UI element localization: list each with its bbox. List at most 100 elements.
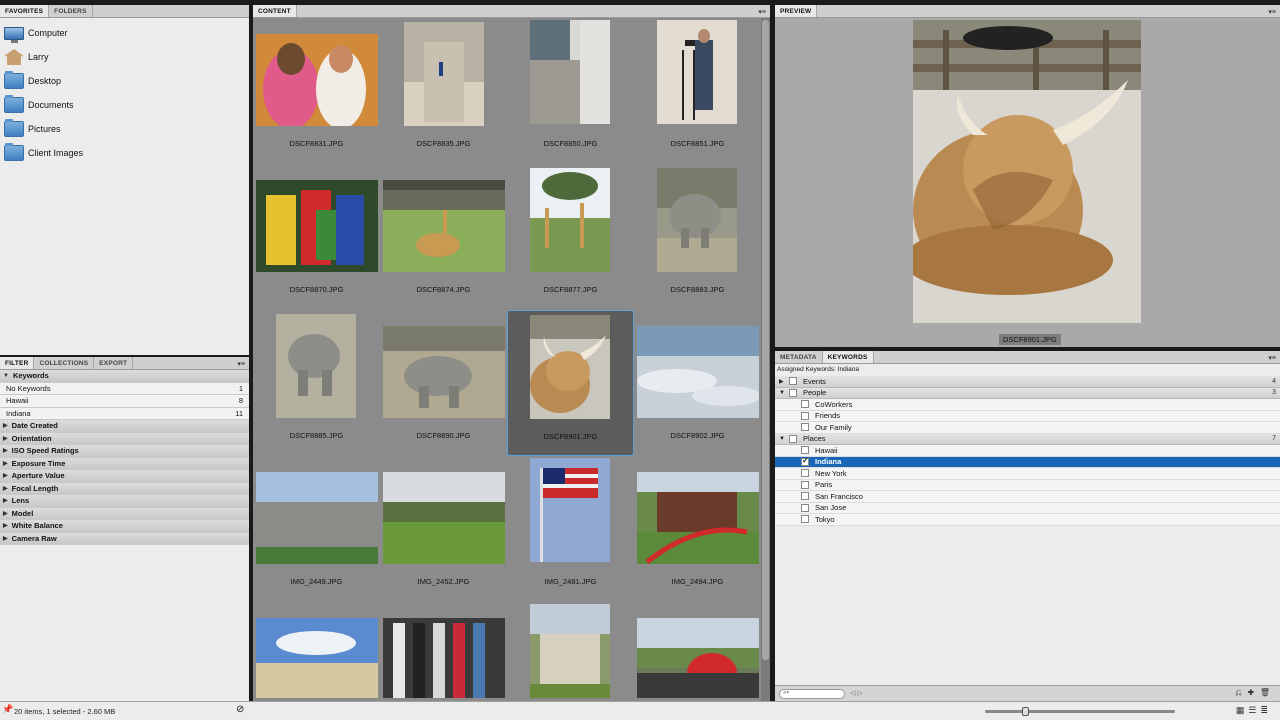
thumbnail-cell[interactable]: IMG_2449.JPG bbox=[253, 456, 380, 602]
thumbnail-image[interactable] bbox=[530, 20, 610, 124]
filter-category[interactable]: ▶ Date Created bbox=[0, 420, 249, 433]
thumbnail-cell[interactable]: DSCF8874.JPG bbox=[380, 164, 507, 310]
thumbnail-cell[interactable]: DSCF8870.JPG bbox=[253, 164, 380, 310]
filter-keyword-item[interactable]: Hawaii 8 bbox=[0, 395, 249, 408]
keyword-checkbox[interactable] bbox=[789, 377, 797, 386]
keyword-checkbox[interactable] bbox=[801, 480, 809, 489]
thumbnail-image[interactable] bbox=[530, 315, 610, 419]
thumbnail-cell[interactable]: DSCF8885.JPG bbox=[253, 310, 380, 456]
favorite-item[interactable]: Client Images bbox=[0, 141, 249, 165]
thumbnail-image[interactable] bbox=[383, 326, 505, 418]
filter-category[interactable]: ▶ Orientation bbox=[0, 432, 249, 445]
tab-collections[interactable]: COLLECTIONS bbox=[34, 357, 95, 369]
tab-export[interactable]: EXPORT bbox=[94, 357, 134, 369]
filter-category[interactable]: ▶ Exposure Time bbox=[0, 457, 249, 470]
thumbnail-cell[interactable]: IMG_2494.JPG bbox=[634, 456, 761, 602]
thumbnail-cell[interactable]: DSCF8902.JPG bbox=[634, 310, 761, 456]
thumbnail-cell[interactable]: DSCF8831.JPG bbox=[253, 18, 380, 164]
favorite-item[interactable]: Computer bbox=[0, 21, 249, 45]
panel-menu-icon[interactable]: ▾≡ bbox=[1268, 8, 1276, 16]
filter-category[interactable]: ▶ Focal Length bbox=[0, 482, 249, 495]
filter-category[interactable]: ▶ Aperture Value bbox=[0, 470, 249, 483]
thumbnail-cell[interactable] bbox=[380, 602, 507, 701]
thumbnail-image[interactable] bbox=[637, 618, 759, 698]
tab-metadata[interactable]: METADATA bbox=[775, 351, 823, 363]
thumbnail-cell[interactable]: DSCF8851.JPG bbox=[634, 18, 761, 164]
thumbnail-cell[interactable]: IMG_2452.JPG bbox=[380, 456, 507, 602]
tab-filter[interactable]: FILTER bbox=[0, 357, 35, 369]
keyword-checkbox[interactable] bbox=[801, 503, 809, 512]
filter-category[interactable]: ▶ ISO Speed Ratings bbox=[0, 445, 249, 458]
thumbnail-image[interactable] bbox=[530, 168, 610, 272]
keyword-checkbox[interactable] bbox=[801, 515, 809, 524]
thumbnail-cell[interactable]: DSCF8883.JPG bbox=[634, 164, 761, 310]
keyword-item[interactable]: CoWorkers bbox=[775, 399, 1280, 411]
filter-category[interactable]: ▶ White Balance bbox=[0, 520, 249, 533]
thumbnail-image[interactable] bbox=[256, 472, 378, 564]
panel-menu-icon[interactable]: ▾≡ bbox=[758, 8, 766, 16]
thumbnail-cell[interactable]: IMG_2481.JPG bbox=[507, 456, 634, 602]
thumbnail-image[interactable] bbox=[276, 314, 356, 418]
keyword-item[interactable]: Tokyo bbox=[775, 514, 1280, 526]
filter-category[interactable]: ▶ Model bbox=[0, 507, 249, 520]
thumbnail-size-slider[interactable] bbox=[985, 707, 1175, 716]
favorite-item[interactable]: Desktop bbox=[0, 69, 249, 93]
keyword-item[interactable]: Paris bbox=[775, 479, 1280, 491]
panel-menu-icon[interactable]: ▾≡ bbox=[1268, 354, 1276, 362]
favorite-item[interactable]: Larry bbox=[0, 45, 249, 69]
keyword-checkbox[interactable] bbox=[801, 492, 809, 501]
keyword-tools-icons[interactable]: ⎌✚🗑 bbox=[1235, 688, 1276, 698]
thumbnail-image[interactable] bbox=[383, 472, 505, 564]
tab-favorites[interactable]: FAVORITES bbox=[0, 5, 50, 17]
thumbnail-cell[interactable]: DSCF8850.JPG bbox=[507, 18, 634, 164]
thumbnail-image[interactable] bbox=[404, 22, 484, 126]
filter-category[interactable]: ▶ Lens bbox=[0, 495, 249, 508]
thumbnail-image[interactable] bbox=[637, 472, 759, 564]
filter-keywords-header[interactable]: ▼ Keywords bbox=[0, 370, 249, 383]
keyword-checkbox[interactable] bbox=[801, 423, 809, 432]
thumbnail-cell[interactable] bbox=[507, 602, 634, 701]
keyword-group[interactable]: ▼ People 3 bbox=[775, 387, 1280, 399]
favorite-item[interactable]: Documents bbox=[0, 93, 249, 117]
tab-keywords[interactable]: KEYWORDS bbox=[822, 351, 874, 363]
keyword-checkbox[interactable] bbox=[801, 469, 809, 478]
keyword-checkbox[interactable] bbox=[801, 400, 809, 409]
thumbnail-cell[interactable] bbox=[634, 602, 761, 701]
thumbnail-image[interactable] bbox=[637, 326, 759, 418]
thumbnail-cell[interactable] bbox=[253, 602, 380, 701]
keyword-item[interactable]: Hawaii bbox=[775, 445, 1280, 457]
view-mode-icons[interactable]: ▦☰≣ bbox=[1236, 705, 1272, 716]
keyword-item[interactable]: New York bbox=[775, 468, 1280, 480]
thumbnail-cell[interactable]: DSCF8835.JPG bbox=[380, 18, 507, 164]
thumbnail-image[interactable] bbox=[530, 458, 610, 562]
disclosure-open-icon[interactable]: ▼ bbox=[779, 436, 789, 442]
thumbnail-image[interactable] bbox=[657, 168, 737, 272]
scrollbar-thumb[interactable] bbox=[762, 20, 769, 660]
thumbnail-cell[interactable]: DSCF8877.JPG bbox=[507, 164, 634, 310]
filter-keyword-item[interactable]: No Keywords 1 bbox=[0, 382, 249, 395]
tab-content[interactable]: CONTENT bbox=[253, 5, 297, 17]
filter-category[interactable]: ▶ Camera Raw bbox=[0, 532, 249, 545]
keyword-checkbox[interactable] bbox=[801, 456, 809, 466]
thumbnail-cell[interactable]: DSCF8901.JPG bbox=[507, 310, 634, 456]
tab-folders[interactable]: FOLDERS bbox=[49, 5, 93, 17]
thumbnail-image[interactable] bbox=[383, 618, 505, 698]
keyword-group[interactable]: ▶ Events 4 bbox=[775, 376, 1280, 388]
disclosure-closed-icon[interactable]: ▶ bbox=[779, 378, 789, 385]
keyword-item[interactable]: Indiana bbox=[775, 456, 1280, 468]
keyword-checkbox[interactable] bbox=[789, 388, 797, 397]
content-scrollbar[interactable] bbox=[761, 18, 770, 701]
pin-icon[interactable]: 📌 bbox=[2, 704, 13, 715]
keyword-item[interactable]: Friends bbox=[775, 410, 1280, 422]
keyword-checkbox[interactable] bbox=[801, 446, 809, 455]
keyword-group[interactable]: ▼ Places 7 bbox=[775, 433, 1280, 445]
favorite-item[interactable]: Pictures bbox=[0, 117, 249, 141]
thumbnail-image[interactable] bbox=[383, 180, 505, 272]
panel-menu-icon[interactable]: ▾≡ bbox=[237, 360, 245, 368]
thumbnail-image[interactable] bbox=[530, 604, 610, 698]
thumbnail-image[interactable] bbox=[256, 34, 378, 126]
disclosure-open-icon[interactable]: ▼ bbox=[779, 390, 789, 396]
keyword-item[interactable]: San Jose bbox=[775, 502, 1280, 514]
tab-preview[interactable]: PREVIEW bbox=[775, 5, 818, 17]
keyword-item[interactable]: San Francisco bbox=[775, 491, 1280, 503]
